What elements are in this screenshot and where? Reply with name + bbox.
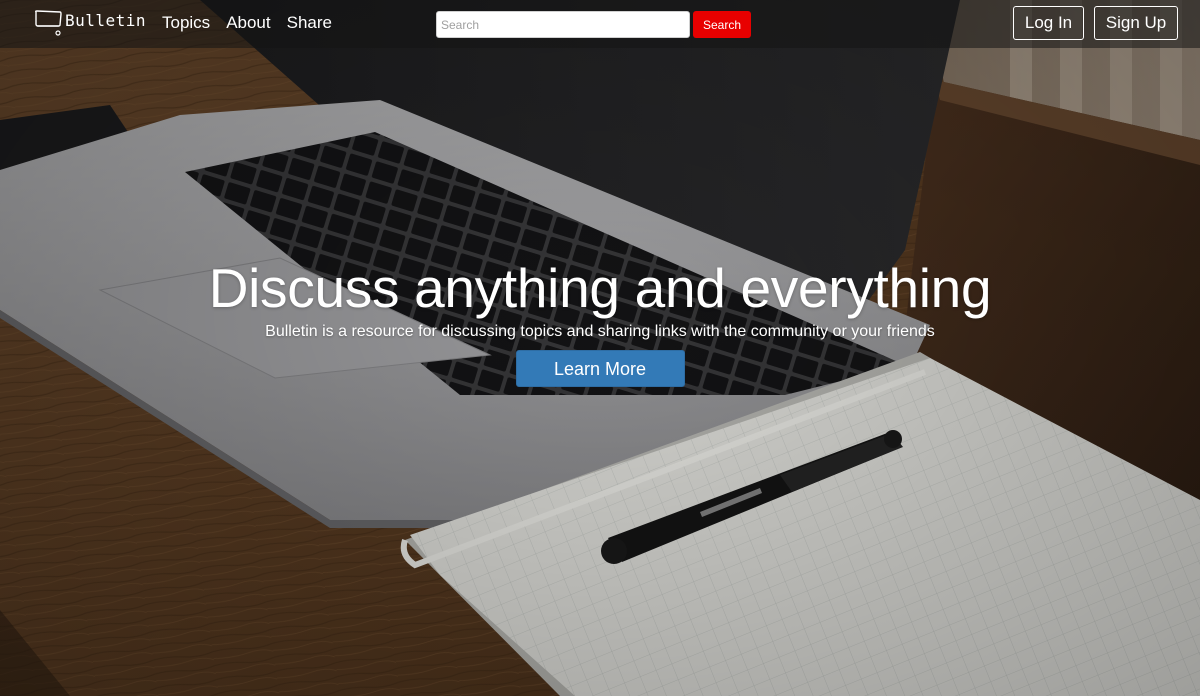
hero-subtitle: Bulletin is a resource for discussing to… bbox=[265, 323, 935, 340]
hero-content: Discuss anything and everything Bulletin… bbox=[0, 252, 1200, 387]
brand-name: Bulletin bbox=[65, 10, 147, 30]
auth-buttons: Log In Sign Up bbox=[1013, 6, 1178, 40]
nav-link-share[interactable]: Share bbox=[287, 13, 332, 33]
search-form: Search bbox=[436, 11, 751, 38]
brand-logo[interactable]: Bulletin bbox=[33, 7, 146, 39]
nav-links: Topics About Share bbox=[162, 13, 332, 33]
search-button[interactable]: Search bbox=[693, 11, 751, 38]
nav-link-topics[interactable]: Topics bbox=[162, 13, 210, 33]
nav-link-about[interactable]: About bbox=[226, 13, 270, 33]
search-input[interactable] bbox=[436, 11, 690, 38]
signup-button[interactable]: Sign Up bbox=[1094, 6, 1178, 40]
login-button[interactable]: Log In bbox=[1013, 6, 1084, 40]
top-navbar: Bulletin Topics About Share Search Log I… bbox=[0, 0, 1200, 48]
hero-title: Discuss anything and everything bbox=[208, 257, 992, 319]
learn-more-button[interactable]: Learn More bbox=[515, 350, 685, 387]
monitor-logo-icon bbox=[34, 10, 62, 36]
